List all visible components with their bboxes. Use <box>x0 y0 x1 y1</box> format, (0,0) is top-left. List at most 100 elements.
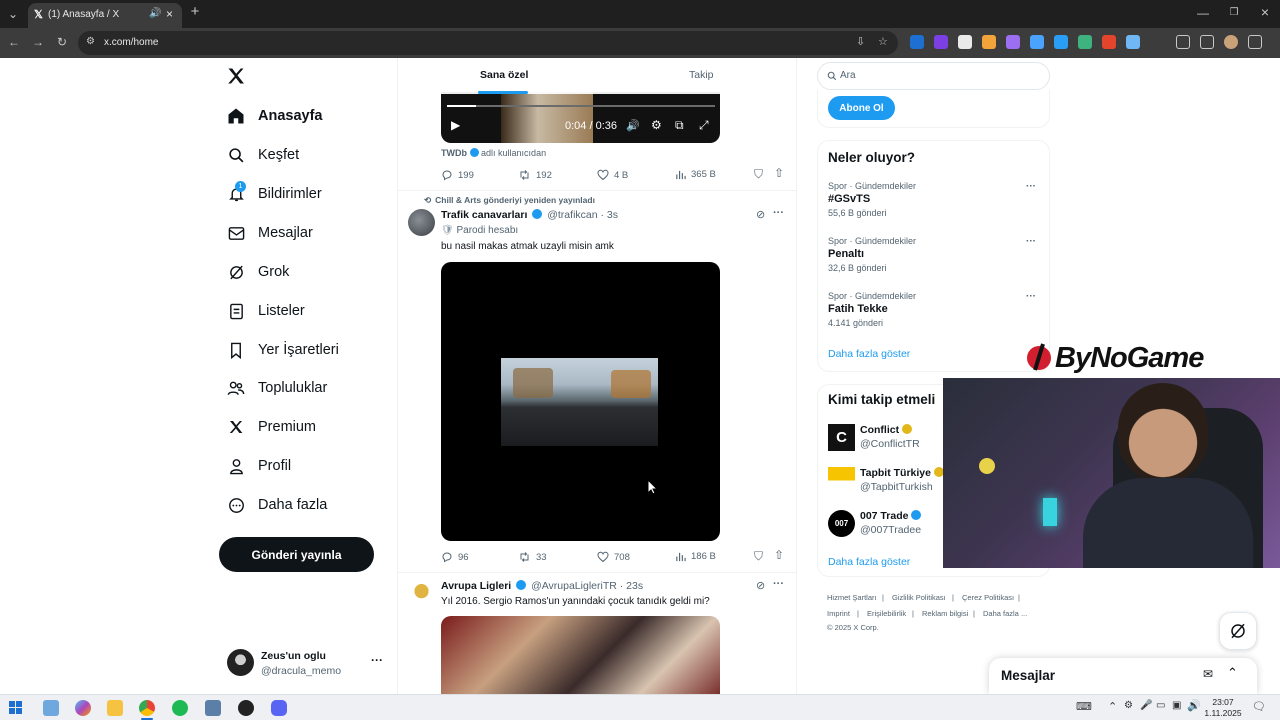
extension-icon[interactable] <box>1006 35 1020 49</box>
video-player[interactable] <box>441 262 720 541</box>
clock[interactable]: 23:07 1.11.2025 <box>1200 697 1246 719</box>
more-dots-icon[interactable]: ··· <box>1026 236 1036 247</box>
sidebar-item-bookmarks[interactable]: Yer İşaretleri <box>226 335 339 365</box>
author-handle[interactable]: @AvrupaLigleriTR · 23s <box>531 580 643 592</box>
x-logo-icon[interactable] <box>226 66 246 88</box>
url-field[interactable]: ⚙ x.com/home ⇩ ☆ <box>78 31 898 55</box>
author-handle[interactable]: @trafikcan · 3s <box>547 209 618 221</box>
messages-drawer[interactable]: Mesajlar ✉ ⌃ <box>989 658 1257 694</box>
extension-icon[interactable] <box>958 35 972 49</box>
trend-item[interactable]: Spor · Gündemdekiler Penaltı 32,6 B gönd… <box>828 236 1043 278</box>
new-message-icon[interactable]: ✉ <box>1203 667 1213 681</box>
trend-item[interactable]: Spor · Gündemdekiler Fatih Tekke 4.141 g… <box>828 291 1043 333</box>
share-icon[interactable]: ⇧ <box>774 166 784 180</box>
bookmark-icon[interactable]: ⛉ <box>754 549 763 564</box>
show-more-link[interactable]: Daha fazla göster <box>828 556 910 568</box>
post-button[interactable]: Gönderi yayınla <box>219 537 374 572</box>
footer-link[interactable]: Reklam bilgisi <box>922 609 968 618</box>
footer-link[interactable]: Hizmet Şartları <box>827 593 877 602</box>
author-name[interactable]: Avrupa Ligleri <box>441 580 511 592</box>
discord-icon[interactable] <box>271 700 287 716</box>
share-icon[interactable]: ⇧ <box>774 548 784 562</box>
settings-gear-icon[interactable]: ⚙ <box>651 118 662 132</box>
puzzle-icon[interactable] <box>1176 35 1190 49</box>
tray-icon[interactable]: ▭ <box>1156 700 1165 711</box>
menu-icon[interactable] <box>1248 35 1262 49</box>
app-icon[interactable] <box>238 700 254 716</box>
chevron-up-icon[interactable]: ⌃ <box>1108 700 1117 713</box>
follow-suggestion[interactable]: Tapbit Türkiye @TapbitTurkish <box>828 466 948 496</box>
extension-icon[interactable] <box>982 35 996 49</box>
sidebar-item-more[interactable]: Daha fazla <box>226 490 327 520</box>
views-button[interactable]: 365 B <box>675 169 716 180</box>
install-icon[interactable]: ⇩ <box>856 35 865 48</box>
grok-icon[interactable]: ⊘ <box>756 579 765 592</box>
pip-icon[interactable]: ⧉ <box>675 118 684 133</box>
tab-list-icon[interactable]: ⌄ <box>6 7 20 21</box>
sidebar-item-explore[interactable]: Keşfet <box>226 140 299 170</box>
file-app-icon[interactable] <box>43 700 59 716</box>
post-image[interactable] <box>441 616 720 694</box>
bookmark-icon[interactable]: ⛉ <box>754 167 763 182</box>
show-more-link[interactable]: Daha fazla göster <box>828 348 910 360</box>
back-icon[interactable]: ← <box>7 35 21 49</box>
reply-button[interactable]: 96 <box>441 551 469 563</box>
extension-icon[interactable] <box>1030 35 1044 49</box>
avatar[interactable] <box>408 579 435 606</box>
forward-icon[interactable]: → <box>31 35 45 49</box>
like-button[interactable]: 4 B <box>597 169 628 181</box>
author-name[interactable]: Trafik canavarları <box>441 209 527 221</box>
sidebar-item-messages[interactable]: Mesajlar <box>226 218 313 248</box>
follow-suggestion[interactable]: 007 007 Trade @007Tradee <box>828 509 948 539</box>
chrome-icon[interactable] <box>139 700 155 716</box>
media-icon[interactable] <box>1200 35 1214 49</box>
footer-link[interactable]: Daha fazla ... <box>983 609 1027 618</box>
extension-icon[interactable] <box>1102 35 1116 49</box>
footer-link[interactable]: Çerez Politikası <box>962 593 1014 602</box>
subscribe-button[interactable]: Abone Ol <box>828 96 895 120</box>
video-progress-bar[interactable] <box>447 105 715 107</box>
site-info-icon[interactable]: ⚙ <box>86 36 95 47</box>
more-dots-icon[interactable]: ··· <box>773 578 784 590</box>
footer-link[interactable]: Imprint <box>827 609 850 618</box>
footer-link[interactable]: Erişilebilirlik <box>867 609 906 618</box>
sidebar-item-profile[interactable]: Profil <box>226 451 291 481</box>
sidebar-item-home[interactable]: Anasayfa <box>226 101 322 131</box>
grok-button[interactable] <box>1219 612 1257 650</box>
new-tab-icon[interactable]: + <box>188 4 202 19</box>
views-button[interactable]: 186 B <box>675 551 716 562</box>
reload-icon[interactable]: ↻ <box>55 35 69 49</box>
close-window-icon[interactable]: × <box>1258 5 1272 19</box>
more-dots-icon[interactable]: ··· <box>773 207 784 219</box>
sidebar-item-communities[interactable]: Topluluklar <box>226 373 327 403</box>
sidebar-item-grok[interactable]: Grok <box>226 257 289 287</box>
extension-icon[interactable] <box>934 35 948 49</box>
copilot-icon[interactable] <box>75 700 91 716</box>
more-dots-icon[interactable]: ··· <box>1026 291 1036 302</box>
volume-icon[interactable]: 🔊 <box>1187 699 1201 712</box>
extension-icon[interactable] <box>1126 35 1140 49</box>
close-tab-icon[interactable]: × <box>166 7 173 21</box>
windows-start-icon[interactable] <box>9 701 22 714</box>
tray-icon[interactable]: ⚙ <box>1124 700 1133 711</box>
video-player[interactable]: ▶ 0:04 / 0:36 🔊 ⚙ ⧉ ⤢ <box>441 92 720 143</box>
tab-for-you[interactable]: Sana özel <box>480 69 528 81</box>
speaker-icon[interactable]: 🔊 <box>149 8 161 19</box>
app-icon[interactable] <box>205 700 221 716</box>
profile-icon[interactable] <box>1224 35 1238 49</box>
network-icon[interactable]: ▣ <box>1172 700 1181 711</box>
account-switcher[interactable]: Zeus'un oglu @dracula_memo ··· <box>224 645 389 681</box>
footer-link[interactable]: Gizlilik Politikası <box>892 593 946 602</box>
sidebar-item-notifications[interactable]: 1 Bildirimler <box>226 179 322 209</box>
more-dots-icon[interactable]: ··· <box>1026 181 1036 192</box>
folder-icon[interactable] <box>107 700 123 716</box>
fullscreen-icon[interactable]: ⤢ <box>699 118 709 133</box>
sidebar-item-premium[interactable]: Premium <box>226 412 316 442</box>
repost-button[interactable]: 33 <box>518 551 547 563</box>
notifications-icon[interactable]: 🗨 <box>1252 700 1266 713</box>
like-button[interactable]: 708 <box>597 551 630 563</box>
follow-suggestion[interactable]: C Conflict @ConflictTR <box>828 423 948 453</box>
reply-button[interactable]: 199 <box>441 169 474 181</box>
tab-following[interactable]: Takip <box>689 69 714 81</box>
star-icon[interactable]: ☆ <box>878 35 888 48</box>
